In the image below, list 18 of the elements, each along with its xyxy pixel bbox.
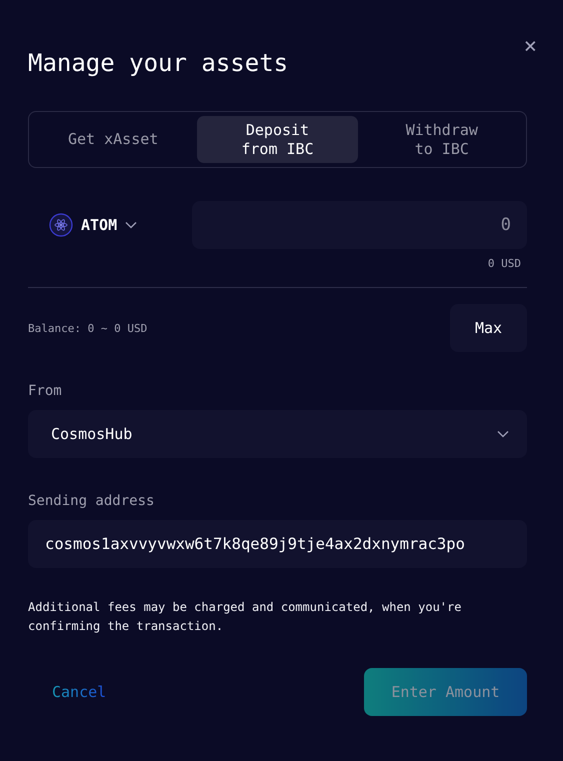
atom-icon	[49, 213, 73, 237]
usd-value: 0 USD	[488, 257, 521, 270]
tab[interactable]: Deposit from IBC	[197, 116, 358, 163]
chain-select[interactable]: CosmosHub	[28, 410, 527, 458]
amount-field[interactable]: 0	[192, 201, 527, 249]
from-label: From	[28, 382, 63, 400]
chevron-down-icon	[497, 430, 509, 438]
close-button[interactable]: ×	[524, 36, 537, 58]
balance-text: Balance: 0 ~ 0 USD	[28, 322, 148, 334]
chevron-down-icon	[125, 221, 138, 229]
asset-selector[interactable]: ATOM	[28, 213, 178, 237]
dialog-title: Manage your assets	[28, 48, 290, 78]
max-button[interactable]: Max	[450, 304, 527, 352]
fee-note: Additional fees may be charged and communicated, when you're confirming the transaction.	[28, 599, 462, 635]
tab[interactable]: Withdraw to IBC	[362, 116, 522, 163]
address-field: cosmos1axvvyvwxw6t7k8qe89j9tje4ax2dxnymrac3po	[28, 520, 527, 568]
address-label: Sending address	[28, 492, 156, 510]
tab[interactable]: Get xAsset	[33, 116, 194, 163]
